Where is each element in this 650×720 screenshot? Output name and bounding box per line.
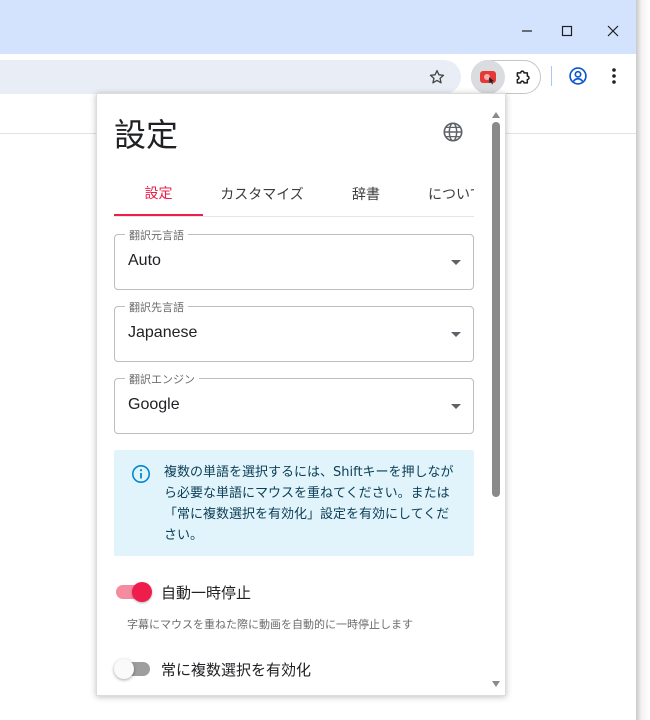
source-language-select[interactable]: 翻訳元言語 Auto — [114, 227, 474, 290]
extensions-button[interactable] — [510, 63, 538, 91]
dropdown-arrow-icon — [451, 404, 461, 409]
target-language-value: Japanese — [128, 324, 198, 341]
dropdown-arrow-icon — [451, 332, 461, 337]
maximize-button[interactable] — [552, 16, 582, 46]
toggle-thumb — [132, 582, 152, 602]
browser-menu-button[interactable] — [600, 62, 628, 90]
translation-engine-value: Google — [128, 396, 180, 413]
window-edge — [636, 0, 650, 720]
info-icon — [132, 465, 150, 483]
multi-select-toggle[interactable] — [114, 657, 152, 681]
tab-about[interactable]: について — [411, 172, 474, 216]
maximize-icon — [561, 25, 573, 37]
target-language-label: 翻訳先言語 — [125, 299, 188, 315]
info-text: 複数の単語を選択するには、Shiftキーを押しながら必要な単語にマウスを重ねてく… — [164, 465, 454, 543]
puzzle-icon — [516, 70, 530, 84]
toggle-thumb — [114, 659, 134, 679]
translation-engine-label: 翻訳エンジン — [125, 371, 199, 387]
globe-icon — [443, 122, 463, 142]
star-icon — [429, 69, 445, 84]
settings-tabs: 設定 カスタマイズ 辞書 について — [114, 172, 474, 217]
extension-popup: 設定 設定 カスタマイズ 辞書 について 翻訳元言語 Auto 翻訳先言語 Ja… — [96, 93, 506, 696]
scroll-thumb[interactable] — [492, 122, 500, 497]
source-language-value: Auto — [128, 252, 161, 269]
minimize-icon — [522, 30, 532, 32]
extension-active-icon — [480, 71, 496, 85]
tab-dictionary[interactable]: 辞書 — [321, 172, 411, 216]
translation-engine-select[interactable]: 翻訳エンジン Google — [114, 371, 474, 434]
profile-button[interactable] — [564, 62, 592, 90]
popup-title: 設定 — [114, 116, 179, 154]
close-window-button[interactable] — [598, 16, 628, 46]
scroll-up-arrow-icon[interactable] — [492, 112, 500, 118]
auto-pause-description: 字幕にマウスを重ねた際に動画を自動的に一時停止します — [127, 618, 413, 631]
tab-customize[interactable]: カスタマイズ — [203, 172, 321, 216]
multi-select-label: 常に複数選択を有効化 — [161, 661, 312, 679]
auto-pause-label: 自動一時停止 — [161, 584, 252, 602]
tab-settings[interactable]: 設定 — [114, 172, 203, 216]
kebab-menu-icon — [612, 68, 616, 84]
bookmark-button[interactable] — [424, 64, 450, 90]
toolbar-divider — [551, 66, 552, 86]
info-alert: 複数の単語を選択するには、Shiftキーを押しながら必要な単語にマウスを重ねてく… — [114, 450, 474, 556]
extension-active-button[interactable] — [471, 60, 505, 94]
language-button[interactable] — [440, 119, 466, 145]
source-language-label: 翻訳元言語 — [125, 227, 188, 243]
dropdown-arrow-icon — [451, 260, 461, 265]
scroll-down-arrow-icon[interactable] — [492, 681, 500, 687]
close-icon — [607, 25, 619, 37]
popup-scrollbar[interactable] — [489, 108, 503, 693]
profile-icon — [569, 67, 587, 85]
address-bar[interactable] — [0, 60, 461, 94]
target-language-select[interactable]: 翻訳先言語 Japanese — [114, 299, 474, 362]
auto-pause-toggle[interactable] — [114, 580, 152, 604]
minimize-button[interactable] — [512, 16, 542, 46]
